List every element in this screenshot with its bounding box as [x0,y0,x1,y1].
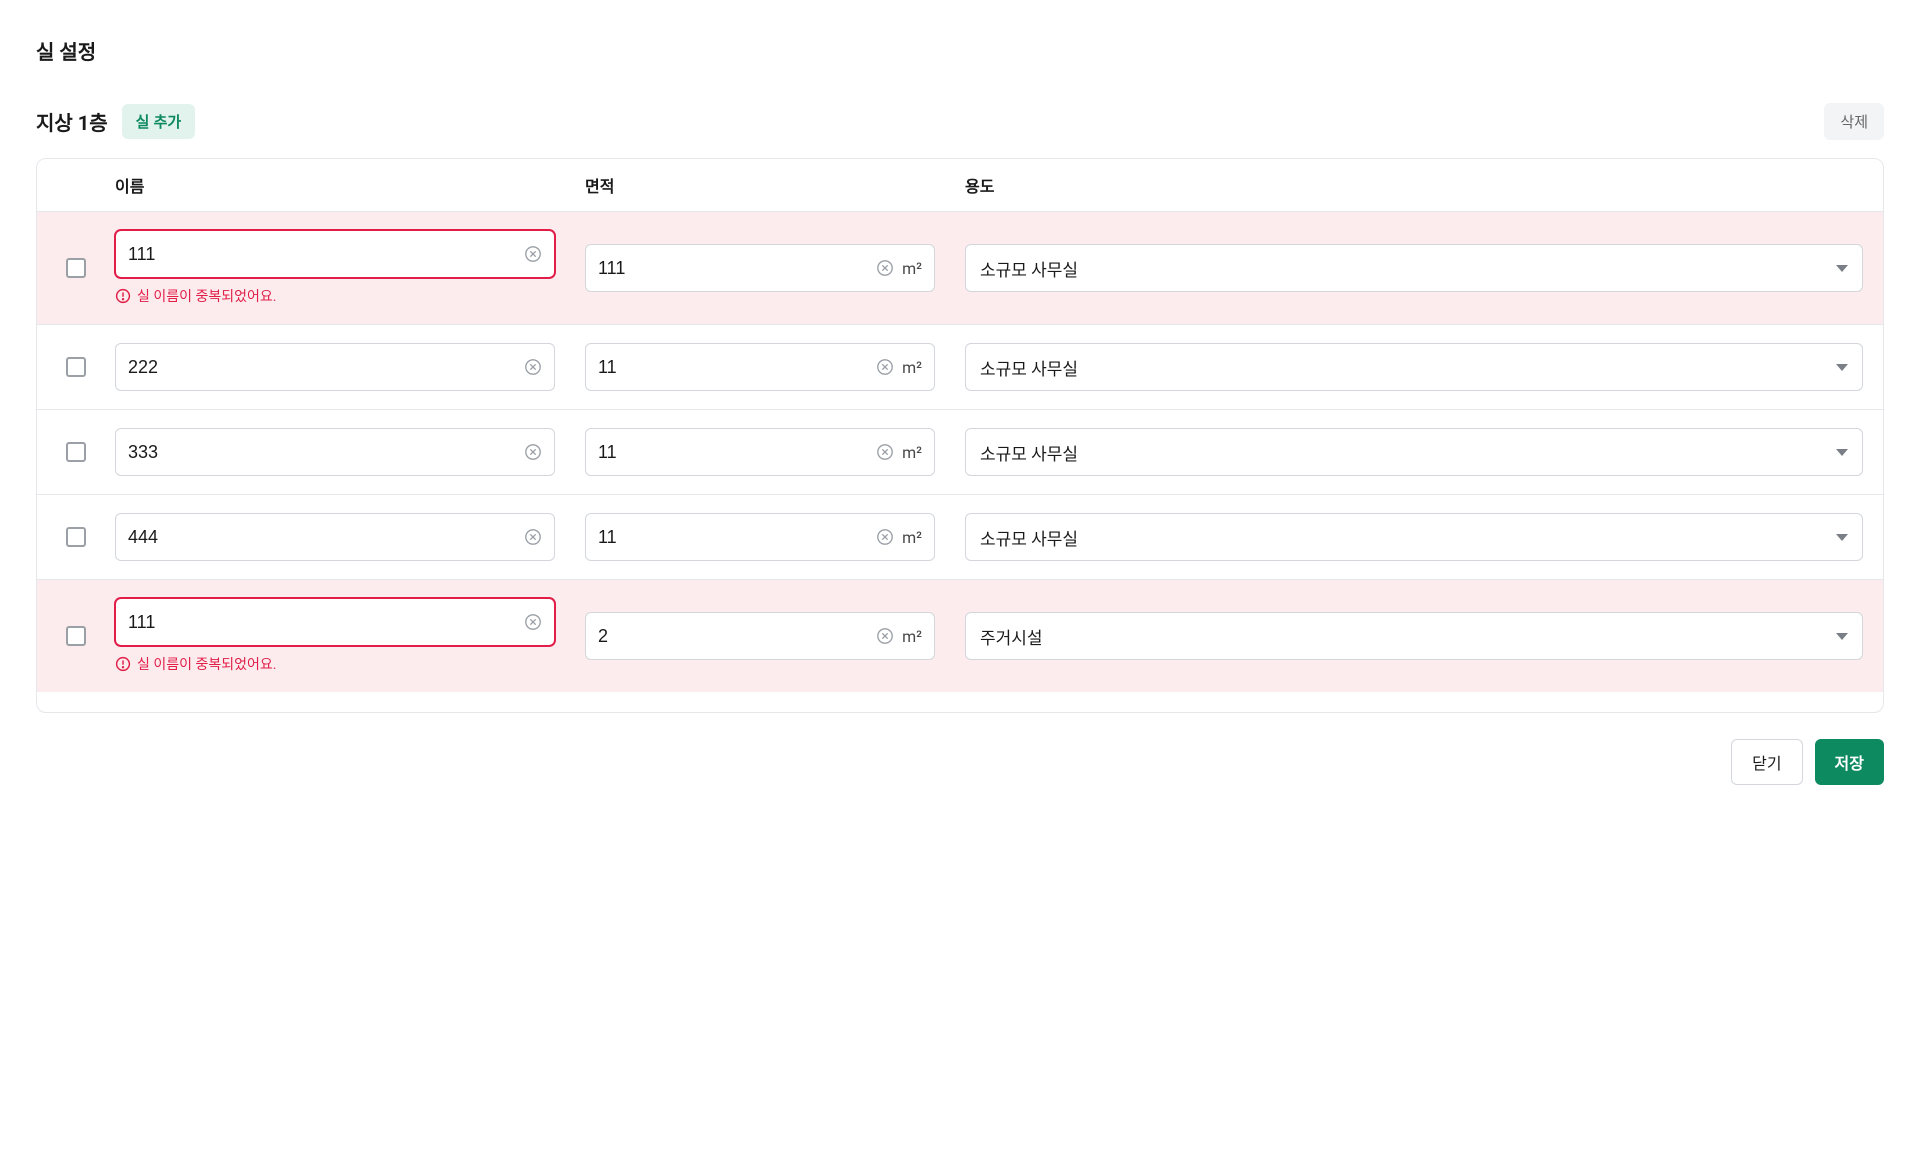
name-input[interactable] [128,244,524,265]
row-checkbox[interactable] [66,258,86,278]
usage-select[interactable]: 소규모 사무실 [965,343,1863,391]
name-input[interactable] [128,357,524,378]
chevron-down-icon [1836,364,1848,371]
clear-icon[interactable] [524,245,542,263]
chevron-down-icon [1836,449,1848,456]
usage-value: 소규모 사무실 [980,440,1836,465]
area-input[interactable] [598,527,876,548]
usage-value: 소규모 사무실 [980,256,1836,281]
usage-value: 소규모 사무실 [980,525,1836,550]
row-checkbox[interactable] [66,626,86,646]
table-row: m² 소규모 사무실 [37,410,1883,495]
chevron-down-icon [1836,534,1848,541]
clear-icon[interactable] [524,358,542,376]
clear-icon[interactable] [876,528,894,546]
table-row: 실 이름이 중복되었어요. m² 소규모 사무실 [37,212,1883,325]
name-input[interactable] [128,612,524,633]
clear-icon[interactable] [524,613,542,631]
error-message: 실 이름이 중복되었어요. [115,654,555,674]
usage-select[interactable]: 소규모 사무실 [965,428,1863,476]
error-message: 실 이름이 중복되었어요. [115,286,555,306]
table-row: 실 이름이 중복되었어요. m² 주거시설 [37,580,1883,692]
clear-icon[interactable] [876,259,894,277]
name-input[interactable] [128,442,524,463]
name-input-wrap [115,513,555,561]
area-input[interactable] [598,626,876,647]
name-input-wrap [115,343,555,391]
usage-value: 소규모 사무실 [980,355,1836,380]
area-unit: m² [902,627,922,646]
error-circle-icon [115,288,131,304]
usage-select[interactable]: 주거시설 [965,612,1863,660]
area-unit: m² [902,259,922,278]
area-input-wrap: m² [585,343,935,391]
clear-icon[interactable] [524,528,542,546]
error-circle-icon [115,656,131,672]
close-button[interactable]: 닫기 [1731,739,1802,785]
floor-title: 지상 1층 [36,107,108,136]
usage-value: 주거시설 [980,624,1836,649]
area-input-wrap: m² [585,244,935,292]
name-input-wrap [115,230,555,278]
area-input[interactable] [598,258,876,279]
usage-select[interactable]: 소규모 사무실 [965,244,1863,292]
clear-icon[interactable] [876,627,894,645]
name-input[interactable] [128,527,524,548]
usage-select[interactable]: 소규모 사무실 [965,513,1863,561]
room-table: 이름 면적 용도 실 이름이 중복되었어요. m² 소규모 사무실 [36,158,1884,713]
footer-actions: 닫기 저장 [36,739,1884,785]
area-input-wrap: m² [585,428,935,476]
row-checkbox[interactable] [66,527,86,547]
delete-button[interactable]: 삭제 [1824,103,1884,140]
name-input-wrap [115,428,555,476]
clear-icon[interactable] [524,443,542,461]
col-header-name: 이름 [115,173,585,197]
area-unit: m² [902,528,922,547]
area-unit: m² [902,358,922,377]
table-row: m² 소규모 사무실 [37,325,1883,410]
row-checkbox[interactable] [66,442,86,462]
row-checkbox[interactable] [66,357,86,377]
save-button[interactable]: 저장 [1815,739,1884,785]
name-input-wrap [115,598,555,646]
chevron-down-icon [1836,633,1848,640]
col-header-usage: 용도 [965,173,1883,197]
area-input[interactable] [598,357,876,378]
page-title: 실 설정 [36,36,1884,65]
floor-header: 지상 1층 실 추가 삭제 [36,103,1884,140]
clear-icon[interactable] [876,358,894,376]
table-header: 이름 면적 용도 [37,159,1883,212]
chevron-down-icon [1836,265,1848,272]
area-input[interactable] [598,442,876,463]
clear-icon[interactable] [876,443,894,461]
add-room-button[interactable]: 실 추가 [122,104,196,139]
area-unit: m² [902,443,922,462]
area-input-wrap: m² [585,513,935,561]
col-header-area: 면적 [585,173,965,197]
area-input-wrap: m² [585,612,935,660]
table-row: m² 소규모 사무실 [37,495,1883,580]
